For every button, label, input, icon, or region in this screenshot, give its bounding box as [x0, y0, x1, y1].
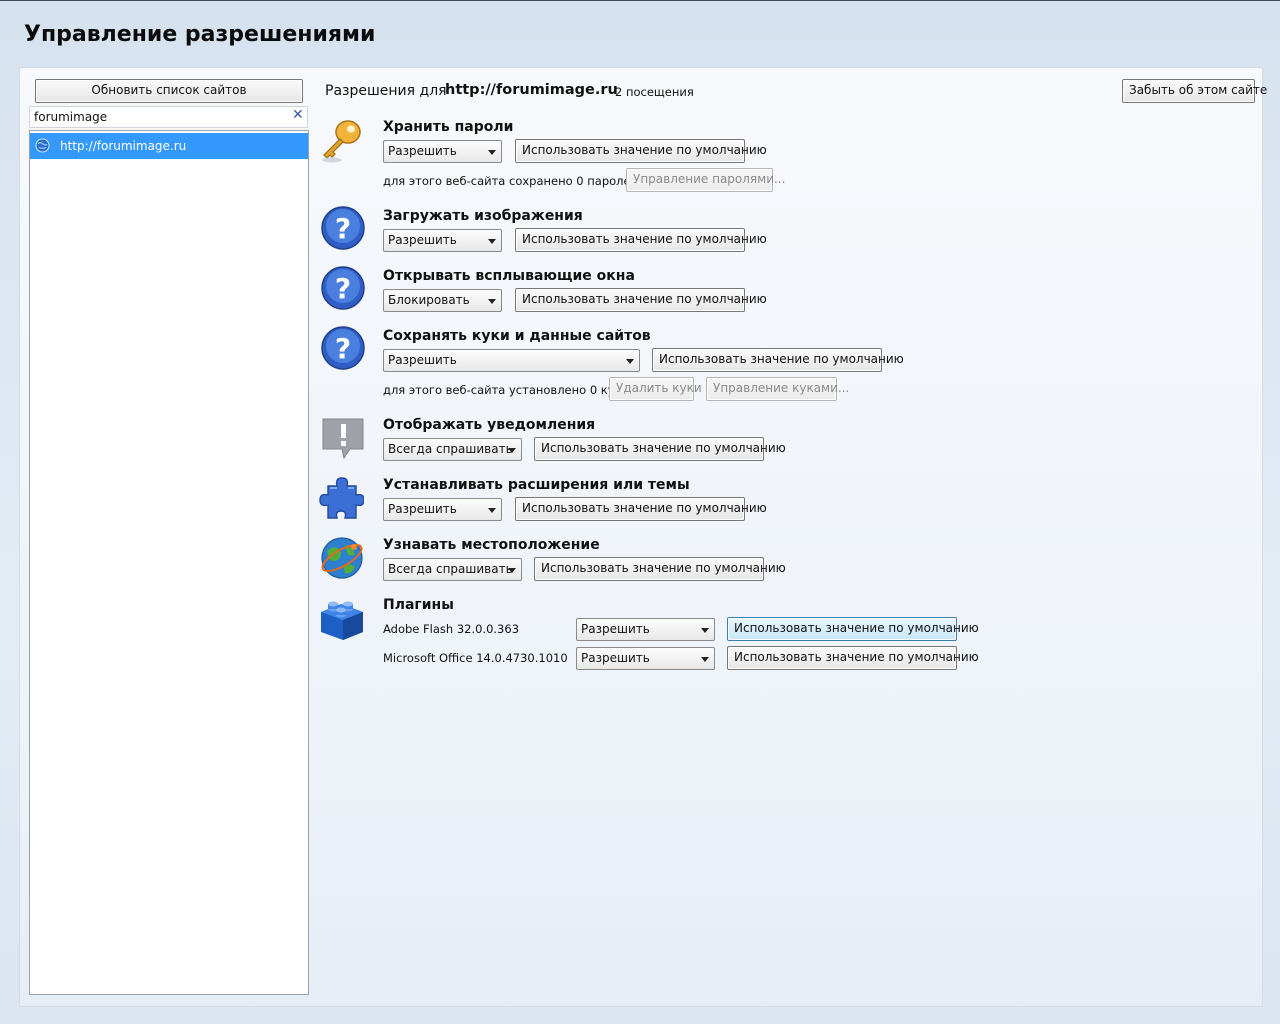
passwords-select[interactable]: Разрешить: [383, 140, 502, 163]
chevron-down-icon: [508, 448, 516, 453]
geo-select[interactable]: Всегда спрашивать: [383, 558, 522, 581]
window-top-border: [0, 0, 1280, 1]
geo-select-value: Всегда спрашивать: [388, 562, 513, 576]
globe-icon: [35, 138, 50, 153]
question-icon: ?: [321, 326, 365, 370]
chevron-down-icon: [626, 359, 634, 364]
geo-title: Узнавать местоположение: [383, 537, 600, 553]
plugin-select-value: Разрешить: [581, 651, 650, 665]
page-title: Управление разрешениями: [24, 22, 376, 47]
cookies-title: Сохранять куки и данные сайтов: [383, 328, 651, 344]
svg-text:?: ?: [335, 212, 351, 245]
lego-brick-icon: [321, 601, 363, 640]
chevron-down-icon: [701, 657, 709, 662]
plugin-select[interactable]: Разрешить: [576, 618, 715, 641]
install-select-value: Разрешить: [388, 502, 457, 516]
chevron-down-icon: [701, 628, 709, 633]
cookies-select[interactable]: Разрешить: [383, 349, 640, 372]
manage-passwords-button[interactable]: Управление паролями...: [626, 168, 785, 192]
geo-default-button[interactable]: Использовать значение по умолчанию: [534, 557, 786, 581]
speech-bubble-alert-icon: [322, 418, 364, 460]
cookies-select-value: Разрешить: [388, 353, 457, 367]
chevron-down-icon: [488, 299, 496, 304]
passwords-select-value: Разрешить: [388, 144, 457, 158]
passwords-title: Хранить пароли: [383, 119, 514, 135]
globe-icon: [321, 537, 363, 579]
notifications-title: Отображать уведомления: [383, 417, 596, 433]
refresh-sites-button[interactable]: Обновить список сайтов: [35, 79, 303, 103]
chevron-down-icon: [508, 568, 516, 573]
passwords-note: для этого веб-сайта сохранено 0 паролей.: [383, 174, 642, 188]
chevron-down-icon: [488, 239, 496, 244]
passwords-default-button[interactable]: Использовать значение по умолчанию: [515, 139, 767, 163]
images-default-button[interactable]: Использовать значение по умолчанию: [515, 228, 767, 252]
plugins-title: Плагины: [383, 597, 454, 613]
chevron-down-icon: [488, 150, 496, 155]
plugin-default-button[interactable]: Использовать значение по умолчанию: [727, 617, 979, 641]
plugin-default-button[interactable]: Использовать значение по умолчанию: [727, 646, 979, 670]
svg-text:?: ?: [335, 272, 351, 305]
popups-default-button[interactable]: Использовать значение по умолчанию: [515, 288, 767, 312]
key-icon: [322, 120, 361, 163]
popups-title: Открывать всплывающие окна: [383, 268, 635, 284]
images-title: Загружать изображения: [383, 208, 583, 224]
install-default-button[interactable]: Использовать значение по умолчанию: [515, 497, 767, 521]
plugin-select[interactable]: Разрешить: [576, 647, 715, 670]
manage-cookies-button[interactable]: Управление куками...: [706, 377, 849, 401]
cookies-note: для этого веб-сайта установлено 0 кук.: [383, 383, 626, 397]
delete-cookies-button[interactable]: Удалить куки: [609, 377, 702, 401]
images-select-value: Разрешить: [388, 233, 457, 247]
plugin-select-value: Разрешить: [581, 622, 650, 636]
puzzle-piece-icon: [319, 477, 364, 519]
images-select[interactable]: Разрешить: [383, 229, 502, 252]
site-list[interactable]: http://forumimage.ru: [29, 130, 309, 995]
plugin-name: Adobe Flash 32.0.0.363: [383, 622, 520, 636]
notifications-select[interactable]: Всегда спрашивать: [383, 438, 522, 461]
popups-select-value: Блокировать: [388, 293, 470, 307]
question-icon: ?: [321, 206, 365, 250]
current-site-url: http://forumimage.ru: [445, 82, 618, 98]
notifications-select-value: Всегда спрашивать: [388, 442, 513, 456]
forget-site-button[interactable]: Забыть об этом сайте: [1122, 79, 1267, 103]
site-list-item[interactable]: http://forumimage.ru: [30, 133, 308, 159]
chevron-down-icon: [488, 508, 496, 513]
plugin-name: Microsoft Office 14.0.4730.1010: [383, 651, 568, 665]
site-search-input[interactable]: forumimage: [29, 106, 308, 128]
popups-select[interactable]: Блокировать: [383, 289, 502, 312]
permissions-for-label: Разрешения для: [325, 83, 447, 99]
site-list-item-label: http://forumimage.ru: [60, 139, 187, 153]
visit-count: 2 посещения: [615, 85, 694, 99]
svg-text:?: ?: [335, 332, 351, 365]
install-select[interactable]: Разрешить: [383, 498, 502, 521]
clear-search-icon[interactable]: ✕: [292, 107, 304, 123]
install-title: Устанавливать расширения или темы: [383, 477, 690, 493]
question-icon: ?: [321, 266, 365, 310]
notifications-default-button[interactable]: Использовать значение по умолчанию: [534, 437, 786, 461]
cookies-default-button[interactable]: Использовать значение по умолчанию: [652, 348, 904, 372]
